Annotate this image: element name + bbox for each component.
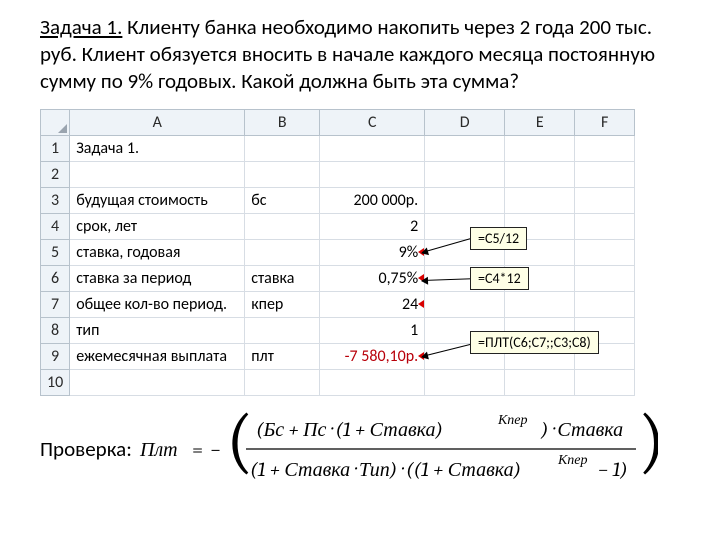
- f-den-left: (1 + Ставка · Тип) · ((1 + Ставка): [250, 458, 521, 481]
- check-label: Проверка:: [40, 436, 132, 462]
- f-exp-d: Кпер: [557, 451, 588, 468]
- formula-callout-c6: =C5/12: [470, 227, 527, 250]
- col-header-c[interactable]: C: [320, 109, 425, 135]
- col-header-d[interactable]: D: [425, 109, 505, 135]
- cell-f3[interactable]: [575, 187, 635, 213]
- cell-c3[interactable]: 200 000р.: [320, 187, 425, 213]
- row-header[interactable]: 6: [41, 265, 70, 291]
- f-lhs: Плт: [139, 438, 178, 461]
- cell-e1[interactable]: [505, 135, 575, 161]
- row-header[interactable]: 10: [41, 369, 70, 395]
- cell-b1[interactable]: [245, 135, 320, 161]
- cell-d1[interactable]: [425, 135, 505, 161]
- formula-image: Плт = − ( ) (Бс + Пс · (1 + Ставка) Кпер…: [138, 406, 658, 492]
- cell-e2[interactable]: [505, 161, 575, 187]
- cell-f10[interactable]: [575, 369, 635, 395]
- svg-text:): ): [638, 406, 658, 482]
- cell-f5[interactable]: [575, 239, 635, 265]
- cell-b9[interactable]: плт: [245, 343, 320, 369]
- comment-marker-icon: [418, 300, 424, 308]
- cell-b6[interactable]: ставка: [245, 265, 320, 291]
- cell-d2[interactable]: [425, 161, 505, 187]
- cell-a1[interactable]: Задача 1.: [70, 135, 245, 161]
- f-exp-n: Кпер: [497, 411, 528, 428]
- cell-c6[interactable]: 0,75%: [320, 265, 425, 291]
- row-header[interactable]: 4: [41, 213, 70, 239]
- f-num-right: ) · Ставка: [540, 418, 623, 441]
- cell-c2[interactable]: [320, 161, 425, 187]
- col-header-a[interactable]: A: [70, 109, 245, 135]
- cell-c10[interactable]: [320, 369, 425, 395]
- f-num-left: (Бс + Пс · (1 + Ставка): [256, 418, 443, 441]
- cell-c4[interactable]: 2: [320, 213, 425, 239]
- task-label: Задача 1.: [40, 14, 122, 40]
- cell-d3[interactable]: [425, 187, 505, 213]
- cell-a8[interactable]: тип: [70, 317, 245, 343]
- row-header[interactable]: 8: [41, 317, 70, 343]
- col-header-e[interactable]: E: [505, 109, 575, 135]
- cell-a6[interactable]: ставка за период: [70, 265, 245, 291]
- row-header[interactable]: 7: [41, 291, 70, 317]
- cell-d10[interactable]: [425, 369, 505, 395]
- cell-a3[interactable]: будущая стоимость: [70, 187, 245, 213]
- row-header[interactable]: 1: [41, 135, 70, 161]
- row-header[interactable]: 2: [41, 161, 70, 187]
- cell-b10[interactable]: [245, 369, 320, 395]
- col-header-b[interactable]: B: [245, 109, 320, 135]
- cell-a9[interactable]: ежемесячная выплата: [70, 343, 245, 369]
- f-eq: =: [192, 438, 203, 461]
- f-den-right: − 1): [598, 458, 628, 481]
- f-minus: −: [210, 438, 221, 461]
- cell-f2[interactable]: [575, 161, 635, 187]
- cell-a10[interactable]: [70, 369, 245, 395]
- cell-f1[interactable]: [575, 135, 635, 161]
- cell-c7[interactable]: 24: [320, 291, 425, 317]
- cell-b8[interactable]: [245, 317, 320, 343]
- cell-a2[interactable]: [70, 161, 245, 187]
- cell-b4[interactable]: [245, 213, 320, 239]
- cell-c9[interactable]: -7 580,10р.: [320, 343, 425, 369]
- formula-callout-c7: =C4*12: [470, 267, 529, 290]
- cell-f4[interactable]: [575, 213, 635, 239]
- cell-c1[interactable]: [320, 135, 425, 161]
- cell-c5[interactable]: 9%: [320, 239, 425, 265]
- formula-callout-c9: =ПЛТ(С6;С7;;С3;С8): [470, 331, 599, 354]
- cell-a7[interactable]: общее кол-во период.: [70, 291, 245, 317]
- cell-f6[interactable]: [575, 265, 635, 291]
- cell-d7[interactable]: [425, 291, 505, 317]
- cell-a4[interactable]: срок, лет: [70, 213, 245, 239]
- task-body: Клиенту банка необходимо накопить через …: [40, 14, 655, 94]
- row-header[interactable]: 3: [41, 187, 70, 213]
- cell-a5[interactable]: ставка, годовая: [70, 239, 245, 265]
- task-text: Задача 1. Клиенту банка необходимо накоп…: [40, 14, 686, 95]
- cell-b2[interactable]: [245, 161, 320, 187]
- cell-c8[interactable]: 1: [320, 317, 425, 343]
- cell-b5[interactable]: [245, 239, 320, 265]
- cell-e7[interactable]: [505, 291, 575, 317]
- cell-f7[interactable]: [575, 291, 635, 317]
- row-header[interactable]: 9: [41, 343, 70, 369]
- spreadsheet: A B C D E F 1Задача 1. 2 3будущая стоимо…: [40, 109, 686, 396]
- select-all-corner[interactable]: [41, 109, 70, 135]
- col-header-f[interactable]: F: [575, 109, 635, 135]
- cell-b7[interactable]: кпер: [245, 291, 320, 317]
- cell-e3[interactable]: [505, 187, 575, 213]
- cell-b3[interactable]: бс: [245, 187, 320, 213]
- cell-e10[interactable]: [505, 369, 575, 395]
- row-header[interactable]: 5: [41, 239, 70, 265]
